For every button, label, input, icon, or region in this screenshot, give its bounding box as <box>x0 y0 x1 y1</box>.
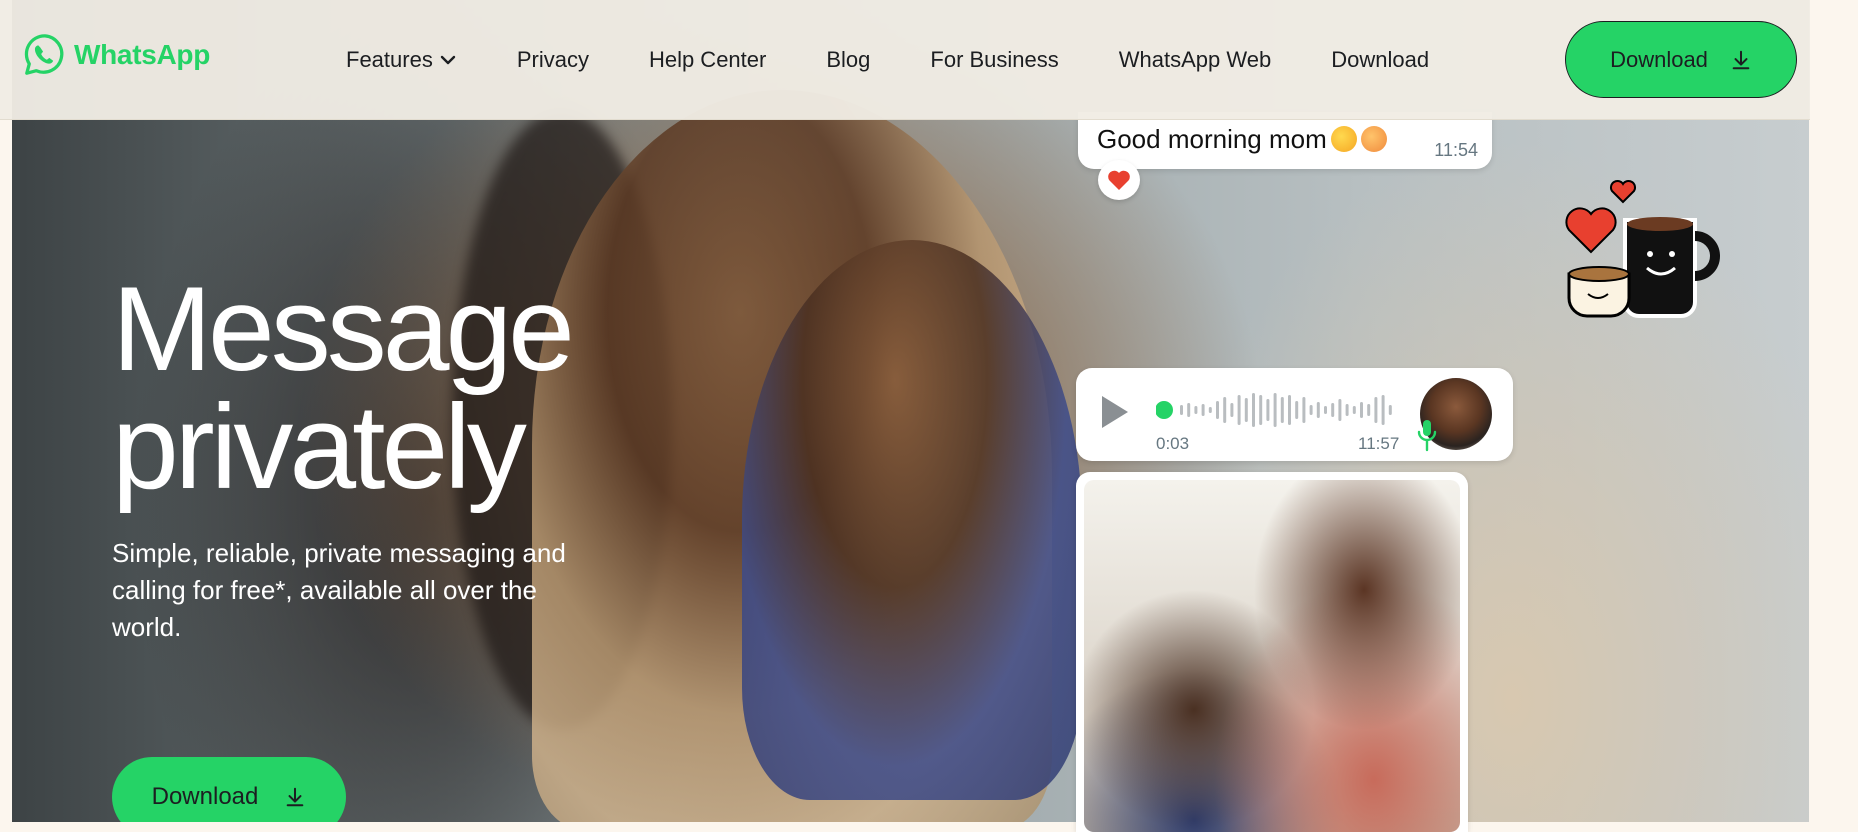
headline-line-2: privately <box>112 380 527 514</box>
hugging-emoji-icon <box>1330 126 1357 152</box>
hero-download-button[interactable]: Download <box>112 757 346 822</box>
chat-photo[interactable] <box>1084 480 1460 832</box>
whatsapp-logo-icon <box>24 34 64 75</box>
heart-icon <box>1108 170 1130 190</box>
smiling-hearts-emoji-icon <box>1360 126 1387 152</box>
download-icon <box>1732 50 1750 69</box>
waveform-bar <box>1266 399 1270 421</box>
waveform-bar <box>1360 402 1363 418</box>
waveform-bar <box>1381 395 1385 425</box>
waveform-bar <box>1208 407 1212 413</box>
chat-bubble-voice-note: 0:03 11:57 <box>1076 368 1513 461</box>
nav-item-blog[interactable]: Blog <box>826 47 870 73</box>
chat-message-time: 11:54 <box>1434 140 1478 160</box>
reaction-badge <box>1098 160 1140 200</box>
hero-headline: Message privately <box>112 269 575 507</box>
waveform-bar <box>1180 405 1183 415</box>
waveform-bar <box>1273 393 1277 427</box>
waveform-bar <box>1367 404 1371 416</box>
download-icon <box>287 787 304 807</box>
nav-item-privacy[interactable]: Privacy <box>517 47 589 73</box>
hero-photo-daughter <box>742 240 1082 800</box>
brand-name: WhatsApp <box>74 39 211 70</box>
waveform-bar <box>1309 405 1313 415</box>
top-navigation: WhatsApp Features Privacy Help Center Bl… <box>0 0 1810 120</box>
waveform-bar <box>1316 402 1320 418</box>
main-menu: Features Privacy Help Center Blog For Bu… <box>346 0 1489 120</box>
hero-subtitle: Simple, reliable, private messaging and … <box>112 538 566 642</box>
voice-message-time: 11:57 <box>1358 434 1400 453</box>
chevron-down-icon <box>440 55 456 65</box>
chat-bubble-photo <box>1076 472 1468 832</box>
nav-item-whatsapp-web[interactable]: WhatsApp Web <box>1119 47 1271 73</box>
waveform-bar <box>1230 403 1234 417</box>
voice-waveform <box>1156 393 1392 427</box>
nav-item-download[interactable]: Download <box>1331 47 1429 73</box>
nav-item-features[interactable]: Features <box>346 47 457 73</box>
waveform-bar <box>1324 406 1327 414</box>
waveform-bar <box>1194 406 1198 414</box>
waveform-bar <box>1338 399 1342 421</box>
waveform-bar <box>1201 404 1205 416</box>
chat-bubble-text: Good morning mom 11:54 <box>1078 112 1492 169</box>
waveform-bar <box>1187 403 1191 417</box>
brand-logo[interactable]: WhatsApp <box>22 32 210 78</box>
nav-download-button[interactable]: Download <box>1565 21 1797 98</box>
waveform-bar <box>1345 404 1349 416</box>
waveform-bar <box>1259 395 1263 425</box>
waveform-bar <box>1331 403 1335 417</box>
nav-item-help-center[interactable]: Help Center <box>649 47 766 73</box>
waveform-bar <box>1374 397 1378 423</box>
nav-item-for-business[interactable]: For Business <box>930 47 1058 73</box>
waveform-bar <box>1295 401 1299 419</box>
waveform-bar <box>1288 395 1291 425</box>
waveform-bar <box>1223 397 1227 423</box>
voice-elapsed-time: 0:03 <box>1156 434 1190 453</box>
chat-message-text: Good morning mom <box>1097 124 1387 155</box>
coffee-mugs-sticker-icon <box>1565 179 1720 318</box>
mic-icon <box>1417 420 1437 452</box>
nav-download-label: Download <box>1610 46 1708 72</box>
waveform-bar <box>1216 401 1219 419</box>
waveform-bar <box>1280 397 1284 423</box>
waveform-bar <box>1237 395 1241 425</box>
hero-download-label: Download <box>151 783 259 810</box>
waveform-bar <box>1388 405 1392 415</box>
waveform-bar <box>1352 406 1356 414</box>
waveform-bar <box>1252 393 1255 427</box>
chat-message-body: Good morning mom <box>1097 124 1327 154</box>
play-icon[interactable] <box>1100 394 1130 430</box>
hero-background: Message privately Simple, reliable, priv… <box>12 0 1809 822</box>
waveform-bar <box>1244 398 1248 422</box>
headline-line-1: Message <box>112 262 575 396</box>
waveform-bar <box>1302 397 1306 423</box>
nav-item-label: Features <box>346 47 433 72</box>
